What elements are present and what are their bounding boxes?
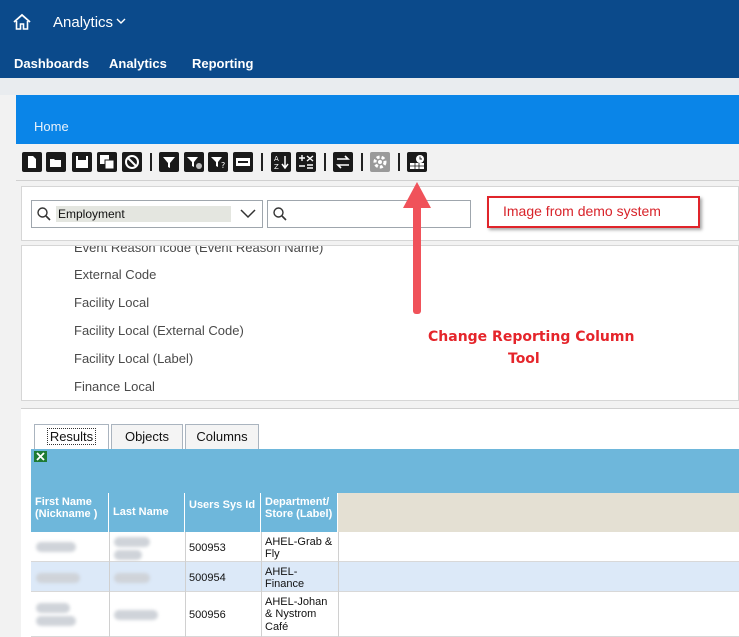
svg-text:A: A	[274, 155, 279, 163]
cell-department: Café	[265, 621, 289, 633]
list-item[interactable]: Facility Local	[74, 295, 149, 310]
toolbar-separator	[324, 153, 326, 171]
list-item[interactable]: Facility Local (External Code)	[74, 323, 244, 338]
annotation-label-line2: Tool	[508, 351, 540, 367]
column-header-last-name[interactable]: Last Name	[109, 493, 185, 532]
cell-department: AHEL-Grab &	[265, 536, 333, 548]
list-item[interactable]: Finance Local	[74, 379, 155, 394]
redacted-first-name	[36, 573, 80, 583]
callout-text: Image from demo system	[503, 203, 661, 219]
nav-reporting[interactable]: Reporting	[192, 56, 253, 71]
column-divider	[109, 532, 110, 637]
chevron-down-icon[interactable]	[240, 208, 256, 220]
cell-users-sys-id: 500953	[189, 542, 226, 554]
filter-settings-icon[interactable]	[184, 152, 204, 172]
svg-text:Z: Z	[274, 163, 279, 171]
excel-icon[interactable]	[34, 451, 47, 462]
annotation-label-line1: Change Reporting Column	[428, 329, 635, 345]
save-icon[interactable]	[72, 152, 92, 172]
prompt-icon[interactable]	[233, 152, 253, 172]
toolbar-separator	[398, 153, 400, 171]
table-toolbar-band	[31, 449, 739, 493]
home-breadcrumb[interactable]: Home	[34, 119, 69, 134]
redacted-first-name	[36, 542, 76, 552]
sort-icon[interactable]: AZ	[271, 152, 291, 172]
column-header-department[interactable]: Department/Store (Label)	[261, 493, 338, 532]
header-gap	[0, 78, 739, 95]
redacted-first-name	[36, 603, 70, 613]
page-banner	[16, 95, 739, 144]
tab-objects[interactable]: Objects	[111, 424, 183, 449]
swap-icon[interactable]	[333, 152, 353, 172]
redacted-last-name	[114, 550, 142, 560]
column-header-users-sys-id[interactable]: Users Sys Id	[185, 493, 261, 532]
svg-text:?: ?	[221, 161, 225, 170]
annotation-arrow	[403, 182, 431, 314]
cell-department: & Nystrom	[265, 608, 317, 620]
redacted-last-name	[114, 610, 158, 620]
cell-department: AHEL-	[265, 566, 298, 578]
column-divider	[261, 532, 262, 637]
cell-department: AHEL-Johan	[265, 596, 328, 608]
search-icon	[273, 207, 287, 221]
column-header-first-name[interactable]: First Name (Nickname )	[31, 493, 109, 532]
save-as-icon[interactable]	[97, 152, 117, 172]
list-item[interactable]: Facility Local (Label)	[74, 351, 193, 366]
nav-dashboards[interactable]: Dashboards	[14, 56, 89, 71]
chevron-down-icon[interactable]	[115, 15, 127, 27]
column-divider	[338, 532, 339, 637]
redacted-last-name	[114, 573, 150, 583]
field-search-input[interactable]	[267, 200, 471, 228]
filter-help-icon[interactable]: ?	[208, 152, 228, 172]
field-list: Event Reason Icode (Event Reason Name) E…	[21, 245, 739, 401]
app-title[interactable]: Analytics	[53, 14, 113, 31]
screen: Analytics Dashboards Analytics Reporting…	[0, 0, 739, 637]
list-item[interactable]: Event Reason Icode (Event Reason Name)	[74, 246, 323, 255]
cell-department: Fly	[265, 548, 280, 560]
filter-icon[interactable]	[159, 152, 179, 172]
redacted-last-name	[114, 537, 150, 547]
cell-users-sys-id: 500956	[189, 609, 226, 621]
calculation-icon[interactable]	[296, 152, 316, 172]
nav-analytics[interactable]: Analytics	[109, 56, 167, 71]
new-icon[interactable]	[22, 152, 42, 172]
search-icon	[37, 207, 51, 221]
home-icon[interactable]	[12, 13, 32, 31]
toolbar-separator	[150, 153, 152, 171]
column-divider	[185, 532, 186, 637]
tab-results[interactable]: Results	[34, 424, 109, 449]
cancel-icon[interactable]	[122, 152, 142, 172]
category-combo-value: Employment	[56, 206, 231, 222]
open-icon[interactable]	[46, 152, 66, 172]
toolbar-separator	[261, 153, 263, 171]
settings-icon[interactable]	[370, 152, 390, 172]
cell-users-sys-id: 500954	[189, 572, 226, 584]
list-item[interactable]: External Code	[74, 267, 156, 282]
cell-department: Finance	[265, 578, 305, 590]
tab-columns[interactable]: Columns	[185, 424, 259, 449]
toolbar-separator	[361, 153, 363, 171]
redacted-first-name	[36, 616, 76, 626]
change-column-tool-icon[interactable]	[407, 152, 427, 172]
